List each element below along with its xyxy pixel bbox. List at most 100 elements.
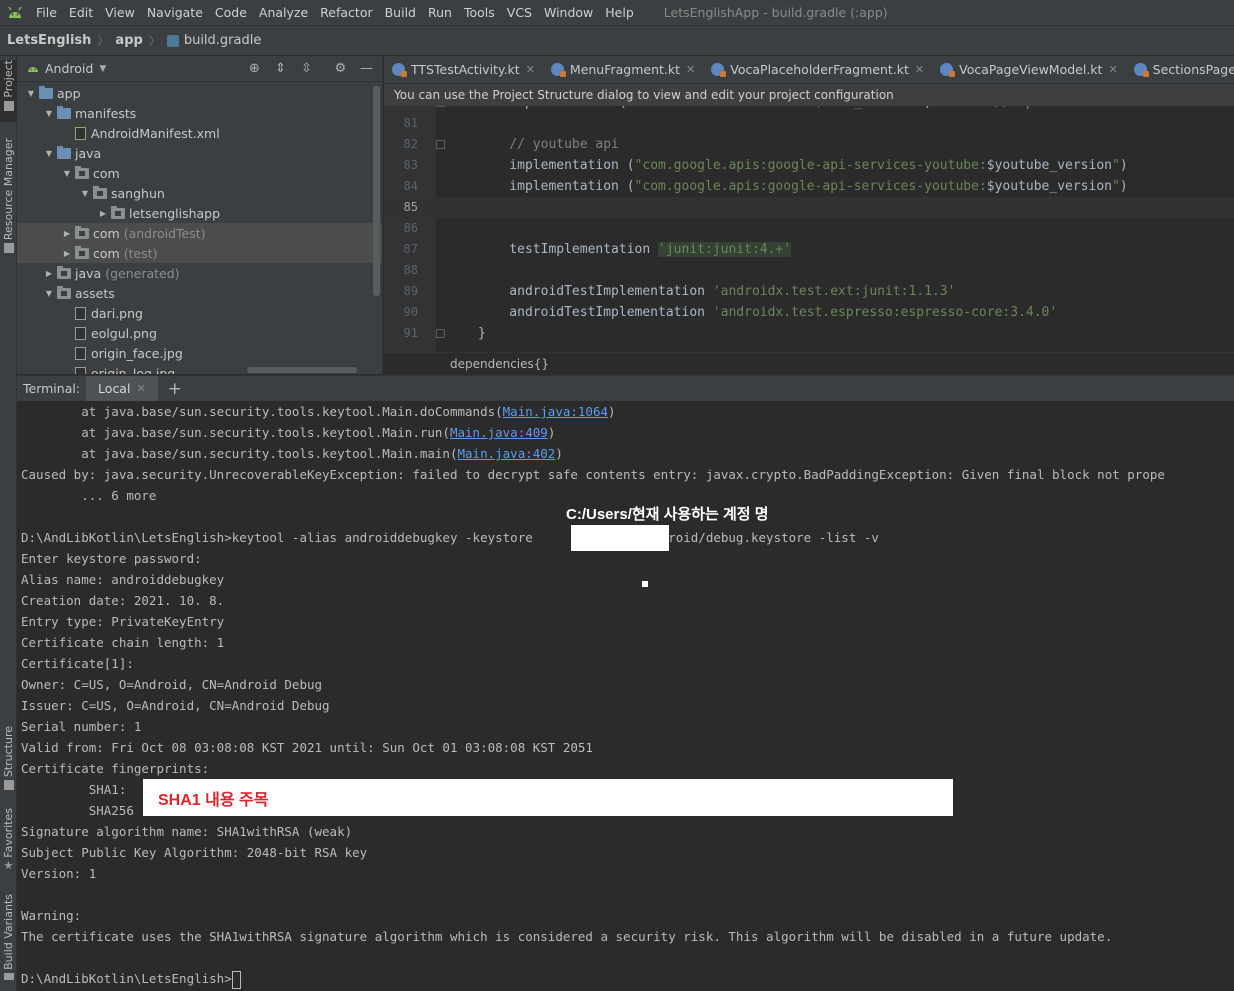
menu-item-vcs[interactable]: VCS	[501, 5, 538, 20]
terminal-line: Warning:	[21, 905, 81, 926]
code-editor[interactable]: 80 implementation("androidx.room:room-kt…	[384, 106, 1234, 352]
chevron-right-icon[interactable]: ▶	[95, 209, 111, 218]
terminal-text: Version: 1	[21, 866, 97, 881]
editor-tab-label: TTSTestActivity.kt	[411, 62, 520, 77]
stacktrace-link[interactable]: Main.java:409	[450, 425, 548, 440]
tree-item[interactable]: ▼ assets	[17, 283, 382, 303]
chevron-right-icon[interactable]: ▶	[41, 269, 57, 278]
tree-item[interactable]: ▶ com (androidTest)	[17, 223, 382, 243]
terminal-text: D:\AndLibKotlin\LetsEnglish>keytool -ali…	[21, 530, 879, 545]
chevron-down-icon[interactable]: ▼	[59, 169, 75, 178]
code-token: "com.google.apis:google-api-services-you…	[634, 179, 987, 194]
tree-item[interactable]: ▼ sanghun	[17, 183, 382, 203]
terminal-output[interactable]: at java.base/sun.security.tools.keytool.…	[17, 401, 1234, 991]
code-line: 85	[384, 197, 1234, 218]
chevron-down-icon[interactable]: ▼	[41, 109, 57, 118]
tool-tab-project[interactable]: Project	[0, 60, 17, 122]
tree-item[interactable]: ▶ letsenglishapp	[17, 203, 382, 223]
menu-item-window[interactable]: Window	[538, 5, 599, 20]
hide-icon[interactable]: —	[359, 61, 374, 76]
menu-item-build[interactable]: Build	[379, 5, 422, 20]
code-line: 80 implementation("androidx.room:room-kt…	[384, 106, 1234, 113]
fold-marker-icon[interactable]	[436, 106, 445, 107]
editor-tab[interactable]: VocaPageViewModel.kt ✕	[932, 56, 1126, 83]
stacktrace-link[interactable]: Main.java:1064	[503, 404, 608, 419]
folder-icon	[3, 100, 14, 111]
tool-tab-structure[interactable]: Structure	[0, 726, 17, 790]
tool-tab-favorites[interactable]: Favorites ★	[0, 808, 17, 874]
tree-item[interactable]: ▼ app	[17, 83, 382, 103]
menu-item-help[interactable]: Help	[599, 5, 640, 20]
chevron-down-icon[interactable]: ▼	[41, 149, 57, 158]
tree-item[interactable]: ▼ java	[17, 143, 382, 163]
editor-tab-label: MenuFragment.kt	[569, 62, 681, 77]
terminal-line: Alias name: androiddebugkey	[21, 569, 224, 590]
tree-item[interactable]: origin_face.jpg	[17, 343, 382, 363]
chevron-down-icon[interactable]: ▼	[41, 289, 57, 298]
tree-item[interactable]: AndroidManifest.xml	[17, 123, 382, 143]
terminal-tab-local[interactable]: Local ✕	[86, 375, 158, 402]
tree-item[interactable]: ▶ com (test)	[17, 243, 382, 263]
close-icon[interactable]: ✕	[915, 63, 924, 76]
code-line: 82 // youtube api	[384, 134, 1234, 155]
gear-icon[interactable]: ⚙	[333, 61, 348, 76]
breadcrumb: LetsEnglish 〉 app 〉 build.gradle	[0, 25, 1234, 56]
fold-marker-icon[interactable]	[436, 329, 445, 338]
tree-item[interactable]: ▼ manifests	[17, 103, 382, 123]
new-terminal-plus-icon[interactable]: +	[168, 379, 182, 399]
terminal-text: )	[547, 425, 556, 440]
editor-tab[interactable]: VocaPlaceholderFragment.kt ✕	[703, 56, 932, 83]
tree-item[interactable]: eolgul.png	[17, 323, 382, 343]
editor-tab[interactable]: SectionsPagerAdapter.kt✕	[1126, 56, 1234, 83]
close-icon[interactable]: ✕	[136, 382, 145, 395]
menu-item-tools[interactable]: Tools	[458, 5, 501, 20]
terminal-line: D:\AndLibKotlin\LetsEnglish>keytool -ali…	[21, 527, 879, 548]
close-icon[interactable]: ✕	[686, 63, 695, 76]
expand-all-icon[interactable]: ⇕	[273, 61, 288, 76]
fold-marker-icon[interactable]	[436, 140, 445, 149]
menu-item-run[interactable]: Run	[422, 5, 458, 20]
breadcrumb-file[interactable]: build.gradle	[184, 33, 262, 48]
tool-tab-resource-manager[interactable]: Resource Manager	[0, 138, 17, 256]
tree-item[interactable]: dari.png	[17, 303, 382, 323]
chevron-down-icon[interactable]: ▼	[77, 189, 93, 198]
tree-item[interactable]: ▶ java (generated)	[17, 263, 382, 283]
code-token: "com.google.apis:google-api-services-you…	[634, 158, 987, 173]
menu-item-analyze[interactable]: Analyze	[253, 5, 314, 20]
terminal-tab-bar: Terminal: Local ✕ +	[17, 375, 1234, 402]
editor-tab[interactable]: MenuFragment.kt ✕	[543, 56, 703, 83]
breadcrumb-project[interactable]: LetsEnglish	[7, 33, 91, 48]
project-view-selector[interactable]: Android	[45, 61, 93, 76]
terminal-line: at java.base/sun.security.tools.keytool.…	[21, 443, 563, 464]
code-token: // youtube api	[478, 137, 619, 152]
collapse-all-icon[interactable]: ⇳	[299, 61, 314, 76]
menu-item-refactor[interactable]: Refactor	[314, 5, 378, 20]
code-line: 91}	[384, 323, 1234, 344]
tool-tab-build-variants[interactable]: Build Variants	[0, 894, 17, 980]
project-scrollbar[interactable]	[373, 86, 380, 296]
chevron-down-icon[interactable]: ▼	[99, 64, 106, 74]
code-breadcrumb[interactable]: dependencies{}	[384, 352, 1234, 374]
menu-item-code[interactable]: Code	[209, 5, 253, 20]
close-icon[interactable]: ✕	[1108, 63, 1117, 76]
locate-icon[interactable]: ⊕	[247, 61, 262, 76]
terminal-line: Caused by: java.security.UnrecoverableKe…	[21, 464, 1165, 485]
menu-item-file[interactable]: File	[30, 5, 63, 20]
assets-folder-icon	[57, 285, 71, 299]
project-horizontal-scrollbar[interactable]	[247, 367, 357, 373]
chevron-down-icon[interactable]: ▼	[23, 89, 39, 98]
chevron-right-icon[interactable]: ▶	[59, 249, 75, 258]
terminal-cursor[interactable]	[231, 970, 241, 989]
menu-item-navigate[interactable]: Navigate	[141, 5, 209, 20]
close-icon[interactable]: ✕	[526, 63, 535, 76]
menu-item-view[interactable]: View	[99, 5, 141, 20]
stacktrace-link[interactable]: Main.java:402	[458, 446, 556, 461]
code-token: )	[924, 106, 932, 110]
editor-tab[interactable]: TTSTestActivity.kt ✕	[384, 56, 543, 83]
tree-item[interactable]: ▼ com	[17, 163, 382, 183]
code-token: implementation(	[478, 106, 626, 110]
breadcrumb-module[interactable]: app	[115, 33, 142, 48]
code-text: implementation ("com.google.apis:google-…	[478, 155, 1127, 176]
menu-item-edit[interactable]: Edit	[63, 5, 99, 20]
chevron-right-icon[interactable]: ▶	[59, 229, 75, 238]
